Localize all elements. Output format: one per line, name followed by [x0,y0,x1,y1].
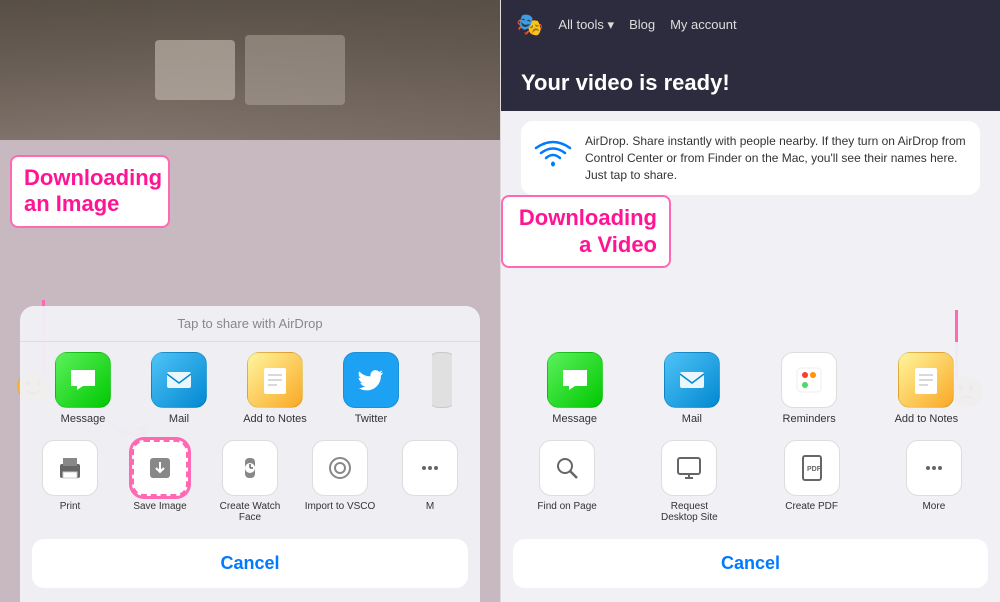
nav-account[interactable]: My account [670,17,736,33]
app-notes-left[interactable]: Add to Notes [240,352,310,425]
share-sheet-right: Message Mail Reminders [501,342,1000,602]
action-create-pdf[interactable]: PDF Create PDF [776,440,848,523]
app-twitter-left[interactable]: Twitter [336,352,406,425]
import-vsco-icon [312,440,368,496]
create-pdf-label: Create PDF [785,501,838,512]
share-sheet-left: Tap to share with AirDrop Message Mail [20,306,480,602]
action-more-left[interactable]: M [394,440,466,523]
desktop-site-icon [661,440,717,496]
import-vsco-label: Import to VSCO [305,501,376,512]
action-desktop-site[interactable]: Request Desktop Site [653,440,725,523]
app-row-right: Message Mail Reminders [501,342,1000,435]
mail-label-left: Mail [169,413,189,425]
airdrop-wifi-icon [533,133,573,181]
app-mail-left[interactable]: Mail [144,352,214,425]
nav-blog[interactable]: Blog [629,17,655,33]
nav-alltools[interactable]: All tools ▾ [558,17,614,33]
app-partial-left [432,352,452,425]
print-label: Print [60,501,81,512]
site-logo: 🎭 [516,12,543,38]
cancel-button-right[interactable]: Cancel [513,539,988,588]
app-notes-right[interactable]: Add to Notes [891,352,961,425]
save-image-label: Save Image [133,501,186,512]
video-ready-section: Your video is ready! [501,50,1000,111]
photo-background [0,0,500,140]
mail-label-right: Mail [682,413,702,425]
app-mail-right[interactable]: Mail [657,352,727,425]
reminders-label-right: Reminders [783,413,836,425]
website-header: 🎭 All tools ▾ Blog My account [501,0,1000,50]
app-reminders-right[interactable]: Reminders [774,352,844,425]
action-print[interactable]: Print [34,440,106,523]
video-ready-title: Your video is ready! [521,70,980,96]
notes-label-left: Add to Notes [243,413,307,425]
site-nav: All tools ▾ Blog My account [558,17,736,33]
message-label-right: Message [552,413,597,425]
airdrop-header: Tap to share with AirDrop [20,306,480,342]
find-page-icon [539,440,595,496]
print-icon [42,440,98,496]
more-icon-left [402,440,458,496]
action-row-right: Find on Page Request Desktop Site PDF Cr… [501,435,1000,533]
more-icon-right [906,440,962,496]
downloading-image-label: Downloading an Image [10,155,170,228]
svg-text:PDF: PDF [807,466,822,473]
cancel-button-left[interactable]: Cancel [32,539,468,588]
action-more-right[interactable]: More [898,440,970,523]
find-page-label: Find on Page [537,501,597,512]
app-message-left[interactable]: Message [48,352,118,425]
airdrop-card-text: AirDrop. Share instantly with people nea… [585,133,968,183]
action-find-page[interactable]: Find on Page [531,440,603,523]
action-row-left: Print Save Image Create Watch Face Impor… [20,435,480,533]
message-icon-right [547,352,603,408]
action-save-image[interactable]: Save Image [124,440,196,523]
notes-icon-left [247,352,303,408]
reminders-icon-right [781,352,837,408]
desktop-site-label: Request Desktop Site [653,501,725,523]
twitter-icon-left [343,352,399,408]
more-label-left: M [426,501,434,512]
more-label-right: More [922,501,945,512]
notes-icon-right [898,352,954,408]
right-panel: 🎭 All tools ▾ Blog My account Your video… [500,0,1000,602]
message-icon-left [55,352,111,408]
action-import-vsco[interactable]: Import to VSCO [304,440,376,523]
save-image-icon [132,440,188,496]
watch-face-label: Create Watch Face [214,501,286,523]
message-label-left: Message [61,413,106,425]
twitter-label-left: Twitter [355,413,387,425]
downloading-video-label: Downloading a Video [501,195,671,268]
partial-icon-left [432,352,452,408]
action-watch-face[interactable]: Create Watch Face [214,440,286,523]
mail-icon-left [151,352,207,408]
create-pdf-icon: PDF [784,440,840,496]
left-panel: Downloading an Image 🙂 Tap to share with… [0,0,500,602]
app-message-right[interactable]: Message [540,352,610,425]
airdrop-card: AirDrop. Share instantly with people nea… [521,121,980,195]
watch-face-icon [222,440,278,496]
notes-label-right: Add to Notes [895,413,959,425]
app-row-left: Message Mail Add to Notes Twitter [20,342,480,435]
mail-icon-right [664,352,720,408]
